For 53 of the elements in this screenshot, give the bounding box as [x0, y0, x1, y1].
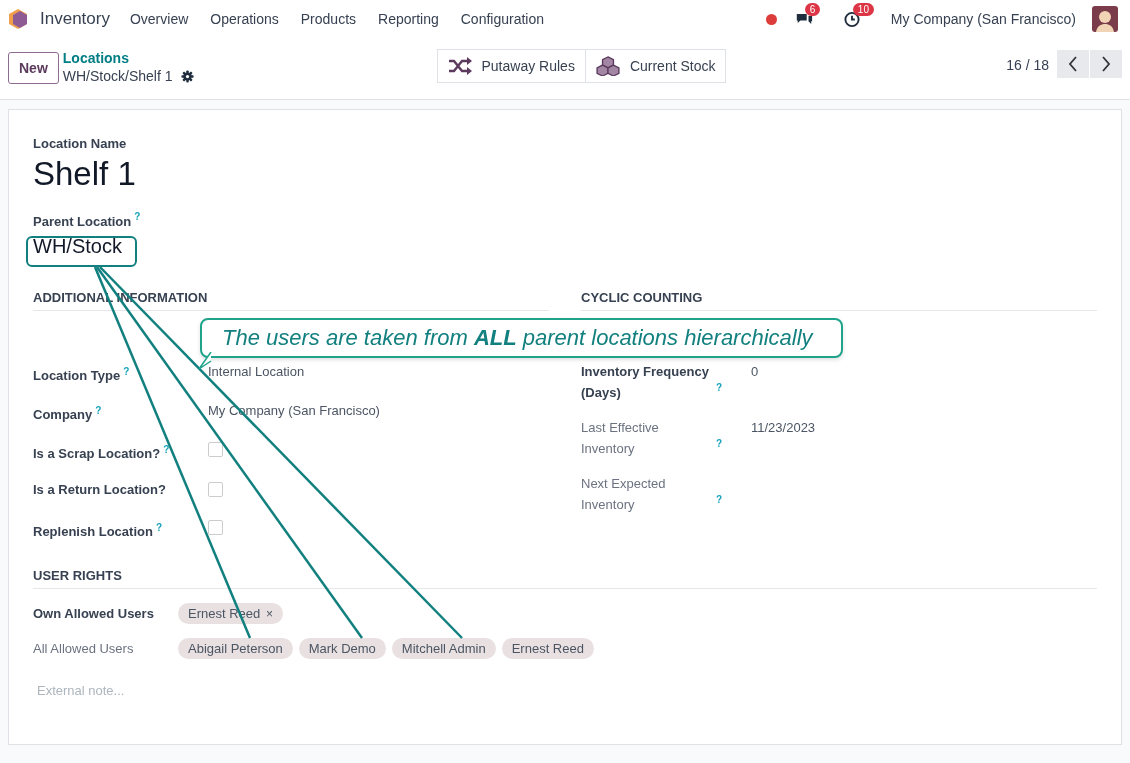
- menu-item[interactable]: Products: [300, 11, 357, 27]
- record-title: WH/Stock/Shelf 1: [62, 68, 173, 84]
- next-button[interactable]: [1090, 50, 1122, 78]
- location-name[interactable]: Shelf 1: [33, 155, 1097, 193]
- field-label: Inventory Frequency (Days): [581, 362, 710, 402]
- field-label: Next Expected Inventory: [581, 474, 667, 514]
- menu-item[interactable]: Configuration: [460, 11, 544, 27]
- status-dot-icon[interactable]: [765, 13, 777, 25]
- field-label: Parent Location: [33, 213, 132, 229]
- field-label: Last Effective Inventory: [581, 418, 660, 458]
- breadcrumb-link[interactable]: Locations: [62, 50, 194, 66]
- app-name[interactable]: Inventory: [40, 9, 110, 29]
- field-label: Location Name: [33, 136, 128, 151]
- chevron-left-icon: [1068, 56, 1078, 72]
- boxes-icon: [595, 56, 620, 76]
- menu-item[interactable]: Operations: [210, 11, 279, 27]
- field-label: All Allowed Users: [33, 640, 135, 656]
- remove-tag-button[interactable]: ×: [265, 606, 273, 621]
- smart-button[interactable]: Current Stock: [585, 49, 727, 83]
- activity-count-badge: 10: [852, 2, 874, 16]
- previous-button[interactable]: [1057, 50, 1089, 78]
- section-heading: USER RIGHTS: [33, 567, 1097, 589]
- field-label: Is a Return Location?: [33, 481, 166, 497]
- shuffle-icon: [447, 56, 472, 76]
- new-button[interactable]: New: [8, 52, 59, 84]
- section-heading: CYCLIC COUNTING: [581, 289, 1097, 311]
- company-switcher[interactable]: My Company (San Francisco): [890, 11, 1076, 27]
- menu-item[interactable]: Overview: [129, 11, 189, 27]
- checkbox[interactable]: [208, 519, 223, 535]
- chat-count-badge: 6: [804, 2, 821, 16]
- field-label: Is a Scrap Location?: [33, 446, 161, 462]
- menu-item[interactable]: Reporting: [378, 11, 439, 27]
- user-tag: Mitchell Admin: [391, 637, 496, 659]
- field-label: Company: [33, 407, 93, 423]
- field-value[interactable]: 11/23/2023: [751, 419, 816, 435]
- smart-button[interactable]: Putaway Rules: [436, 49, 586, 83]
- parent-location-value[interactable]: WH/Stock: [33, 232, 122, 260]
- user-tag: Ernest Reed: [501, 637, 594, 659]
- settings-icon[interactable]: [180, 69, 194, 83]
- field-label: Location Type: [33, 368, 121, 383]
- chevron-right-icon: [1101, 56, 1111, 72]
- checkbox[interactable]: [208, 481, 223, 497]
- field-value[interactable]: 0: [751, 363, 759, 379]
- field-value[interactable]: Internal Location: [208, 363, 305, 379]
- checkbox[interactable]: [208, 442, 223, 458]
- field-label: Replenish Location: [33, 523, 153, 539]
- app-logo-icon[interactable]: [8, 8, 28, 30]
- user-tag: Abigail Peterson: [178, 637, 293, 659]
- field-label: Own Allowed Users: [33, 605, 155, 621]
- callout-text: The users are taken from ALL parent locations hierarchically: [222, 325, 813, 351]
- user-tag: Mark Demo: [298, 637, 386, 659]
- avatar-icon[interactable]: [1092, 6, 1118, 32]
- pager-counter: 16 / 18: [1006, 57, 1049, 73]
